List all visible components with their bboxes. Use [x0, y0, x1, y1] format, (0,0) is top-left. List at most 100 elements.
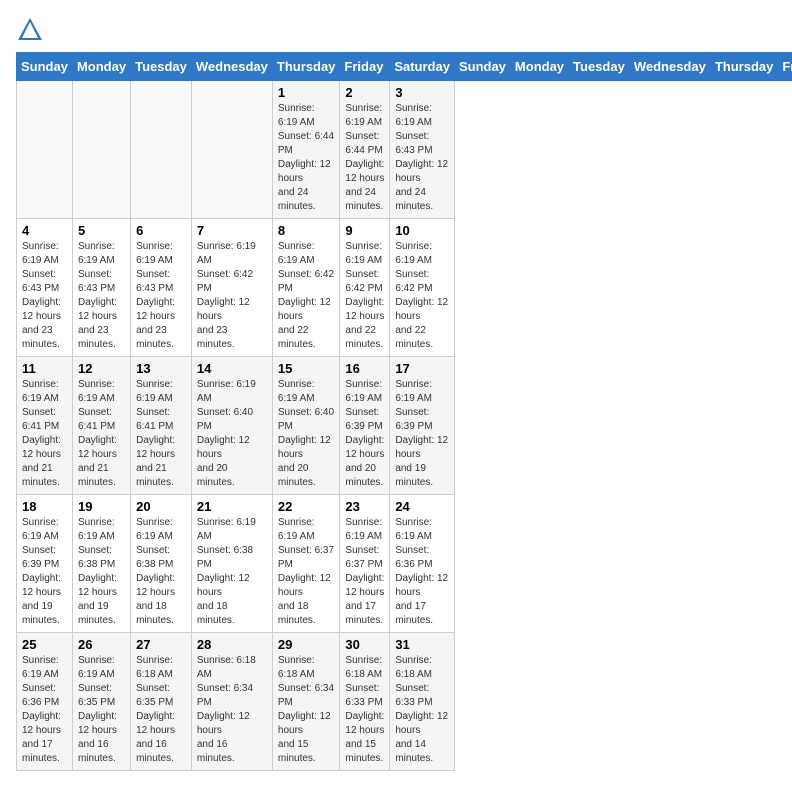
calendar-cell: 7 Sunrise: 6:19 AMSunset: 6:42 PMDaylight… [191, 219, 272, 357]
header [16, 16, 776, 44]
day-number: 14 [197, 361, 267, 376]
day-detail: Sunrise: 6:19 AMSunset: 6:41 PMDaylight:… [22, 378, 67, 490]
calendar-cell [72, 81, 130, 219]
day-number: 22 [278, 499, 335, 514]
weekday-header-monday: Monday [510, 53, 568, 81]
day-detail: Sunrise: 6:19 AMSunset: 6:38 PMDaylight:… [197, 516, 267, 628]
day-detail: Sunrise: 6:19 AMSunset: 6:40 PMDaylight:… [197, 378, 267, 490]
day-detail: Sunrise: 6:19 AMSunset: 6:37 PMDaylight:… [278, 516, 335, 628]
calendar-cell: 17 Sunrise: 6:19 AMSunset: 6:39 PMDayligh… [390, 357, 455, 495]
calendar-cell: 15 Sunrise: 6:19 AMSunset: 6:40 PMDayligh… [272, 357, 340, 495]
calendar-cell: 6Sunrise: 6:19 AMSunset: 6:43 PMDaylight… [131, 219, 192, 357]
calendar-week-row: 11 Sunrise: 6:19 AMSunset: 6:41 PMDayligh… [17, 357, 792, 495]
day-number: 2 [345, 85, 384, 100]
day-detail: Sunrise: 6:19 AMSunset: 6:35 PMDaylight:… [78, 654, 125, 766]
day-detail: Sunrise: 6:19 AMSunset: 6:42 PMDaylight:… [345, 240, 384, 352]
day-number: 3 [395, 85, 449, 100]
day-number: 7 [197, 223, 267, 238]
header-friday: Friday [340, 53, 390, 81]
calendar-cell: 31 Sunrise: 6:18 AMSunset: 6:33 PMDayligh… [390, 633, 455, 771]
calendar-cell: 9 Sunrise: 6:19 AMSunset: 6:42 PMDaylight… [340, 219, 390, 357]
calendar-header-row: SundayMondayTuesdayWednesdayThursdayFrid… [17, 53, 792, 81]
day-detail: Sunrise: 6:19 AMSunset: 6:43 PMDaylight:… [395, 102, 449, 214]
header-tuesday: Tuesday [131, 53, 192, 81]
calendar-cell: 27 Sunrise: 6:18 AMSunset: 6:35 PMDayligh… [131, 633, 192, 771]
day-detail: Sunrise: 6:19 AMSunset: 6:41 PMDaylight:… [78, 378, 125, 490]
calendar-cell [131, 81, 192, 219]
day-detail: Sunrise: 6:19 AMSunset: 6:36 PMDaylight:… [22, 654, 67, 766]
day-detail: Sunrise: 6:19 AMSunset: 6:41 PMDaylight:… [136, 378, 186, 490]
day-detail: Sunrise: 6:19 AMSunset: 6:44 PMDaylight:… [278, 102, 335, 214]
day-detail: Sunrise: 6:19 AMSunset: 6:42 PMDaylight:… [395, 240, 449, 352]
day-number: 21 [197, 499, 267, 514]
calendar-cell: 10 Sunrise: 6:19 AMSunset: 6:42 PMDayligh… [390, 219, 455, 357]
calendar-cell: 2 Sunrise: 6:19 AMSunset: 6:44 PMDaylight… [340, 81, 390, 219]
header-wednesday: Wednesday [191, 53, 272, 81]
calendar-cell: 12 Sunrise: 6:19 AMSunset: 6:41 PMDayligh… [72, 357, 130, 495]
calendar-cell: 3 Sunrise: 6:19 AMSunset: 6:43 PMDaylight… [390, 81, 455, 219]
calendar-cell: 8 Sunrise: 6:19 AMSunset: 6:42 PMDaylight… [272, 219, 340, 357]
day-detail: Sunrise: 6:19 AMSunset: 6:39 PMDaylight:… [395, 378, 449, 490]
calendar-cell [191, 81, 272, 219]
day-detail: Sunrise: 6:19 AMSunset: 6:40 PMDaylight:… [278, 378, 335, 490]
day-number: 13 [136, 361, 186, 376]
header-sunday: Sunday [17, 53, 73, 81]
calendar-cell [17, 81, 73, 219]
calendar-cell: 30Sunrise: 6:18 AMSunset: 6:33 PMDayligh… [340, 633, 390, 771]
calendar-cell: 11 Sunrise: 6:19 AMSunset: 6:41 PMDayligh… [17, 357, 73, 495]
calendar-cell: 4 Sunrise: 6:19 AMSunset: 6:43 PMDaylight… [17, 219, 73, 357]
day-number: 11 [22, 361, 67, 376]
day-detail: Sunrise: 6:18 AMSunset: 6:34 PMDaylight:… [278, 654, 335, 766]
header-thursday: Thursday [272, 53, 340, 81]
weekday-header-tuesday: Tuesday [569, 53, 630, 81]
day-number: 18 [22, 499, 67, 514]
day-number: 26 [78, 637, 125, 652]
day-detail: Sunrise: 6:19 AMSunset: 6:43 PMDaylight:… [22, 240, 67, 352]
day-number: 17 [395, 361, 449, 376]
day-number: 24 [395, 499, 449, 514]
calendar-cell: 1 Sunrise: 6:19 AMSunset: 6:44 PMDaylight… [272, 81, 340, 219]
day-number: 27 [136, 637, 186, 652]
day-number: 31 [395, 637, 449, 652]
day-number: 25 [22, 637, 67, 652]
day-number: 8 [278, 223, 335, 238]
generalblue-logo-icon [16, 16, 44, 44]
weekday-header-wednesday: Wednesday [629, 53, 710, 81]
day-number: 5 [78, 223, 125, 238]
day-detail: Sunrise: 6:19 AMSunset: 6:39 PMDaylight:… [345, 378, 384, 490]
calendar-table: SundayMondayTuesdayWednesdayThursdayFrid… [16, 52, 792, 771]
day-number: 15 [278, 361, 335, 376]
calendar-cell: 28Sunrise: 6:18 AMSunset: 6:34 PMDayligh… [191, 633, 272, 771]
day-number: 19 [78, 499, 125, 514]
day-detail: Sunrise: 6:19 AMSunset: 6:43 PMDaylight:… [78, 240, 125, 352]
day-detail: Sunrise: 6:19 AMSunset: 6:42 PMDaylight:… [197, 240, 267, 352]
day-number: 12 [78, 361, 125, 376]
day-number: 23 [345, 499, 384, 514]
day-detail: Sunrise: 6:18 AMSunset: 6:33 PMDaylight:… [395, 654, 449, 766]
day-detail: Sunrise: 6:19 AMSunset: 6:38 PMDaylight:… [136, 516, 186, 628]
day-number: 16 [345, 361, 384, 376]
day-detail: Sunrise: 6:19 AMSunset: 6:38 PMDaylight:… [78, 516, 125, 628]
calendar-cell: 5 Sunrise: 6:19 AMSunset: 6:43 PMDaylight… [72, 219, 130, 357]
day-number: 10 [395, 223, 449, 238]
day-number: 6 [136, 223, 186, 238]
day-detail: Sunrise: 6:19 AMSunset: 6:44 PMDaylight:… [345, 102, 384, 214]
weekday-header-friday: Friday [778, 53, 792, 81]
calendar-week-row: 4 Sunrise: 6:19 AMSunset: 6:43 PMDaylight… [17, 219, 792, 357]
day-detail: Sunrise: 6:19 AMSunset: 6:37 PMDaylight:… [345, 516, 384, 628]
calendar-cell: 13 Sunrise: 6:19 AMSunset: 6:41 PMDayligh… [131, 357, 192, 495]
day-detail: Sunrise: 6:18 AMSunset: 6:34 PMDaylight:… [197, 654, 267, 766]
day-detail: Sunrise: 6:19 AMSunset: 6:42 PMDaylight:… [278, 240, 335, 352]
calendar-cell: 25 Sunrise: 6:19 AMSunset: 6:36 PMDayligh… [17, 633, 73, 771]
day-detail: Sunrise: 6:18 AMSunset: 6:35 PMDaylight:… [136, 654, 186, 766]
day-detail: Sunrise: 6:19 AMSunset: 6:36 PMDaylight:… [395, 516, 449, 628]
day-number: 29 [278, 637, 335, 652]
calendar-week-row: 25 Sunrise: 6:19 AMSunset: 6:36 PMDayligh… [17, 633, 792, 771]
day-number: 4 [22, 223, 67, 238]
header-saturday: Saturday [390, 53, 455, 81]
day-number: 9 [345, 223, 384, 238]
day-number: 1 [278, 85, 335, 100]
day-detail: Sunrise: 6:18 AMSunset: 6:33 PMDaylight:… [345, 654, 384, 766]
day-detail: Sunrise: 6:19 AMSunset: 6:39 PMDaylight:… [22, 516, 67, 628]
calendar-cell: 29 Sunrise: 6:18 AMSunset: 6:34 PMDayligh… [272, 633, 340, 771]
